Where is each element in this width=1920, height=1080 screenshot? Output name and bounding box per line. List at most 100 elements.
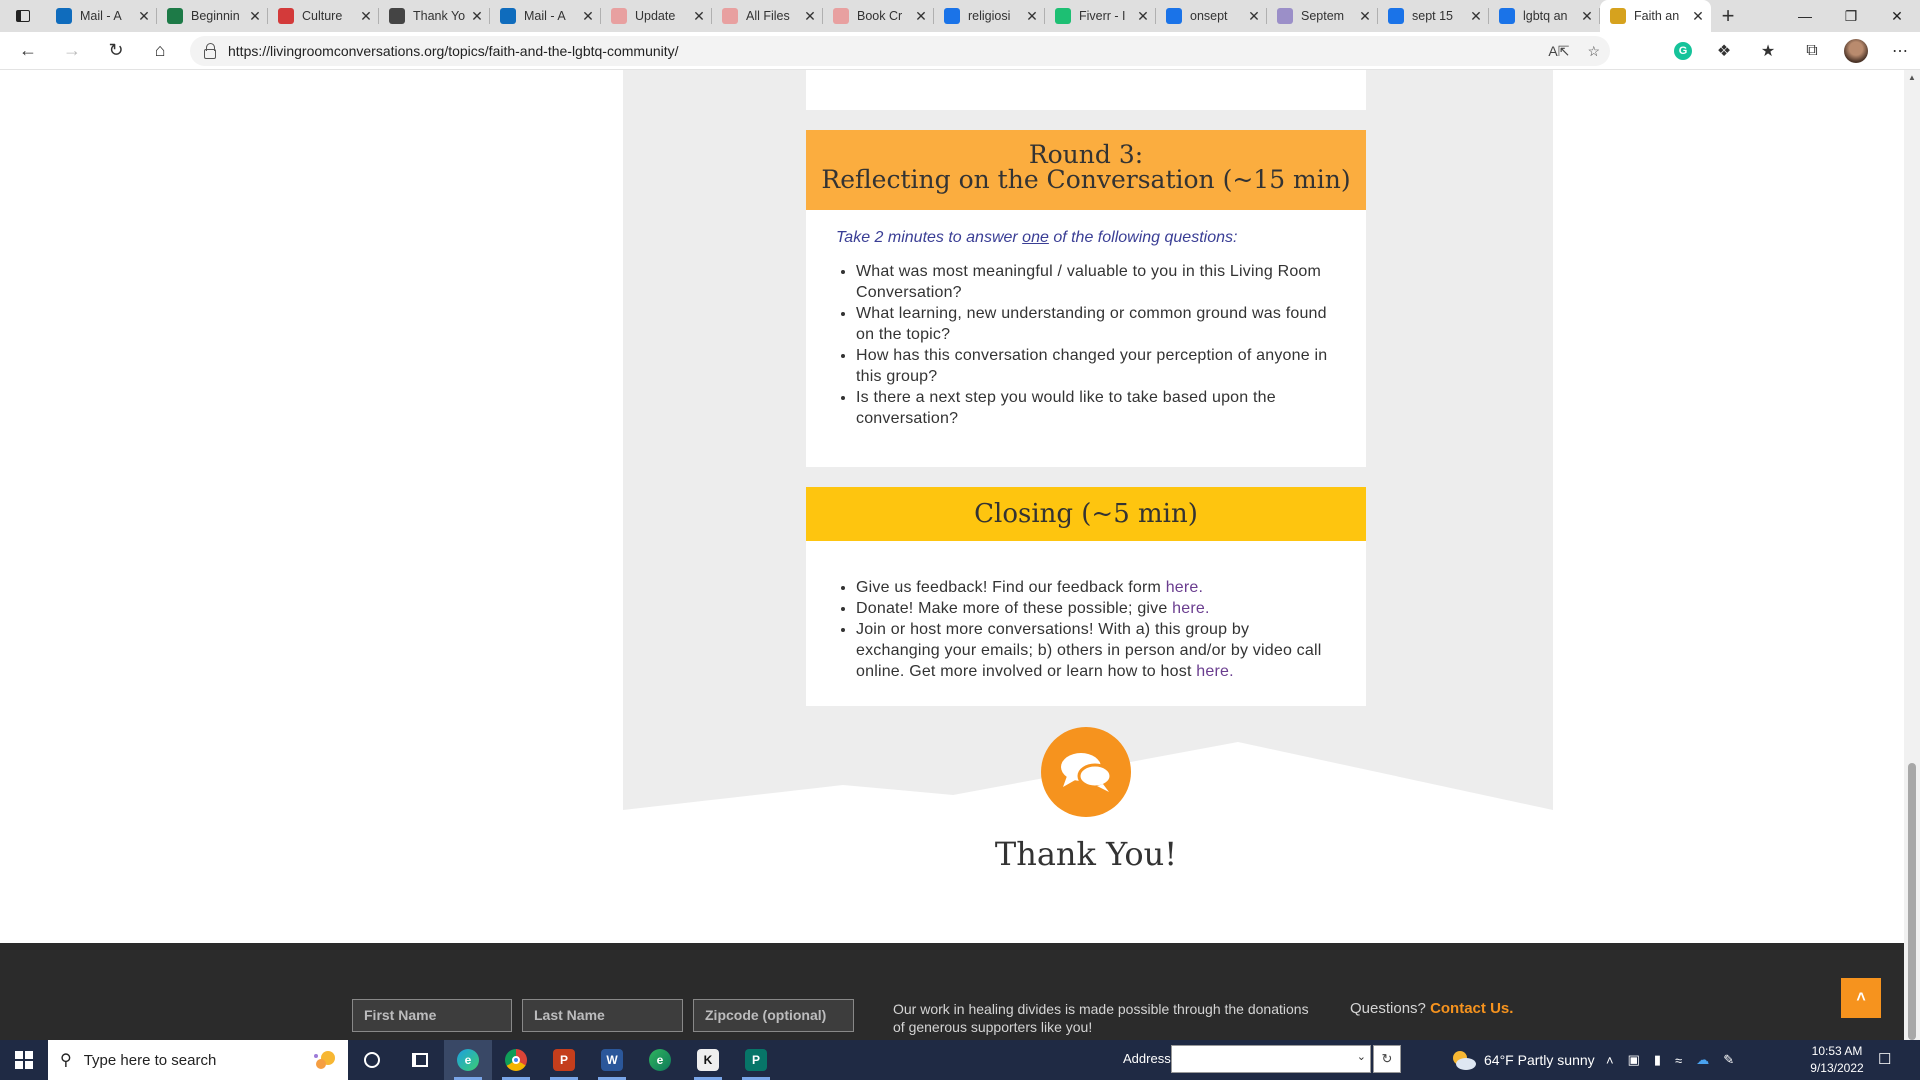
windows-taskbar: ⚲ Type here to search e P W e K P Addres… <box>0 1040 1920 1080</box>
browser-tab[interactable]: Beginnin ✕ <box>157 0 268 32</box>
close-window-icon[interactable]: ✕ <box>1874 0 1920 32</box>
refresh-icon[interactable]: ↻ <box>94 32 138 70</box>
taskbar-publisher[interactable]: P <box>732 1040 780 1080</box>
close-tab-icon[interactable]: ✕ <box>1469 8 1483 25</box>
system-clock[interactable]: 10:53 AM 9/13/2022 <box>1802 1043 1872 1077</box>
taskbar-powerpoint[interactable]: P <box>540 1040 588 1080</box>
start-button[interactable] <box>0 1040 48 1080</box>
lock-icon[interactable] <box>204 43 216 59</box>
close-tab-icon[interactable]: ✕ <box>359 8 373 25</box>
close-tab-icon[interactable]: ✕ <box>692 8 706 25</box>
browser-tab[interactable]: Faith an ✕ <box>1600 0 1711 32</box>
close-tab-icon[interactable]: ✕ <box>1580 8 1594 25</box>
close-tab-icon[interactable]: ✕ <box>248 8 262 25</box>
outlook-icon <box>500 8 516 24</box>
close-tab-icon[interactable]: ✕ <box>1691 8 1705 25</box>
browser-tab[interactable]: Book Cr ✕ <box>823 0 934 32</box>
browser-tab[interactable]: Septem ✕ <box>1267 0 1378 32</box>
close-tab-icon[interactable]: ✕ <box>803 8 817 25</box>
tab-title: All Files <box>746 9 790 23</box>
tab-title: Thank Yo <box>413 9 466 23</box>
instruction-text: Take 2 minutes to answer <box>836 229 1023 246</box>
scroll-up-arrow-icon[interactable]: ▲ <box>1908 73 1916 82</box>
address-toolbar-input[interactable]: ⌄ <box>1171 1045 1371 1073</box>
close-tab-icon[interactable]: ✕ <box>137 8 151 25</box>
taskbar-search[interactable]: ⚲ Type here to search <box>48 1040 348 1080</box>
close-tab-icon[interactable]: ✕ <box>581 8 595 25</box>
browser-tab[interactable]: Thank Yo ✕ <box>379 0 490 32</box>
last-name-input[interactable]: Last Name <box>522 999 683 1032</box>
feedback-link[interactable]: here <box>1166 579 1199 596</box>
dropdown-icon[interactable]: ⌄ <box>1357 1050 1366 1063</box>
browser-tab[interactable]: Culture ✕ <box>268 0 379 32</box>
amazon-icon <box>389 8 405 24</box>
browser-tab[interactable]: onsept ✕ <box>1156 0 1267 32</box>
add-favorite-icon[interactable]: ☆ <box>1587 43 1600 60</box>
closing-item-text: Join or host more conversations! With a)… <box>856 621 1322 680</box>
back-icon[interactable]: ← <box>6 32 50 70</box>
profile-avatar[interactable] <box>1844 39 1868 63</box>
page-scrollbar[interactable]: ▲ <box>1904 70 1920 1040</box>
cortana-icon[interactable] <box>348 1040 396 1080</box>
edge-icon: e <box>457 1049 479 1071</box>
round3-card: Round 3: Reflecting on the Conversation … <box>806 130 1366 467</box>
weather-widget[interactable]: 64°F Partly sunny <box>1450 1050 1595 1070</box>
battery-icon[interactable]: ▮ <box>1654 1052 1661 1068</box>
browser-tab[interactable]: sept 15 ✕ <box>1378 0 1489 32</box>
onedrive-icon[interactable]: ☁ <box>1696 1052 1709 1068</box>
close-tab-icon[interactable]: ✕ <box>1025 8 1039 25</box>
browser-tab[interactable]: Mail - A ✕ <box>490 0 601 32</box>
lrc-icon <box>1610 8 1626 24</box>
graph-icon <box>1277 8 1293 24</box>
home-icon[interactable]: ⌂ <box>138 32 182 70</box>
taskbar-chrome[interactable] <box>492 1040 540 1080</box>
taskbar-word[interactable]: W <box>588 1040 636 1080</box>
taskbar-edge-dev[interactable]: e <box>636 1040 684 1080</box>
browser-tab[interactable]: Update ✕ <box>601 0 712 32</box>
browser-tab[interactable]: religiosi ✕ <box>934 0 1045 32</box>
new-tab-button[interactable]: + <box>1711 0 1745 32</box>
pen-icon[interactable]: ✎ <box>1723 1052 1734 1068</box>
notifications-icon[interactable]: ☐ <box>1878 1050 1891 1068</box>
tabs: Mail - A ✕ Beginnin ✕ Culture ✕ Thank Yo ✕ Mail … <box>46 0 1711 32</box>
contact-us-link[interactable]: Contact Us. <box>1430 1000 1513 1017</box>
show-hidden-icons-icon[interactable]: ˄ <box>1606 1053 1614 1068</box>
address-bar[interactable]: https://livingroomconversations.org/topi… <box>190 36 1610 66</box>
taskbar-app-k[interactable]: K <box>684 1040 732 1080</box>
task-view-icon[interactable] <box>396 1040 444 1080</box>
close-tab-icon[interactable]: ✕ <box>1136 8 1150 25</box>
back-to-top-button[interactable]: ˄ <box>1841 978 1881 1018</box>
forward-icon[interactable]: → <box>50 32 94 70</box>
taskbar-edge[interactable]: e <box>444 1040 492 1080</box>
minimize-icon[interactable]: — <box>1782 0 1828 32</box>
address-go-button[interactable]: ↻ <box>1373 1045 1401 1073</box>
browser-tab[interactable]: Mail - A ✕ <box>46 0 157 32</box>
first-name-input[interactable]: First Name <box>352 999 512 1032</box>
close-tab-icon[interactable]: ✕ <box>1358 8 1372 25</box>
more-menu-icon[interactable]: ⋯ <box>1888 41 1912 61</box>
grammarly-icon[interactable]: G <box>1674 42 1692 60</box>
display-icon[interactable]: ▣ <box>1628 1052 1640 1068</box>
restore-icon[interactable]: ❐ <box>1828 0 1874 32</box>
read-aloud-icon[interactable]: A⇱ <box>1548 43 1569 60</box>
browser-tab[interactable]: lgbtq an ✕ <box>1489 0 1600 32</box>
tab-actions-menu[interactable] <box>0 0 46 32</box>
url-text[interactable]: https://livingroomconversations.org/topi… <box>228 43 679 59</box>
close-tab-icon[interactable]: ✕ <box>1247 8 1261 25</box>
search-icon <box>1388 8 1404 24</box>
host-link[interactable]: here <box>1196 663 1229 680</box>
wifi-icon[interactable]: ≈ <box>1675 1053 1682 1068</box>
close-tab-icon[interactable]: ✕ <box>470 8 484 25</box>
collections-icon[interactable]: ⧉ <box>1800 42 1824 60</box>
thank-you-heading: Thank You! <box>994 835 1178 873</box>
scrollbar-thumb[interactable] <box>1908 763 1916 1040</box>
donate-link[interactable]: here <box>1172 600 1205 617</box>
browser-tab[interactable]: All Files ✕ <box>712 0 823 32</box>
site-footer: First Name Last Name Zipcode (optional) … <box>0 943 1904 1040</box>
zipcode-input[interactable]: Zipcode (optional) <box>693 999 854 1032</box>
favorites-icon[interactable]: ★ <box>1756 41 1780 61</box>
extensions-icon[interactable]: ❖ <box>1712 41 1736 61</box>
tab-title: Book Cr <box>857 9 903 23</box>
browser-tab[interactable]: Fiverr - I ✕ <box>1045 0 1156 32</box>
close-tab-icon[interactable]: ✕ <box>914 8 928 25</box>
